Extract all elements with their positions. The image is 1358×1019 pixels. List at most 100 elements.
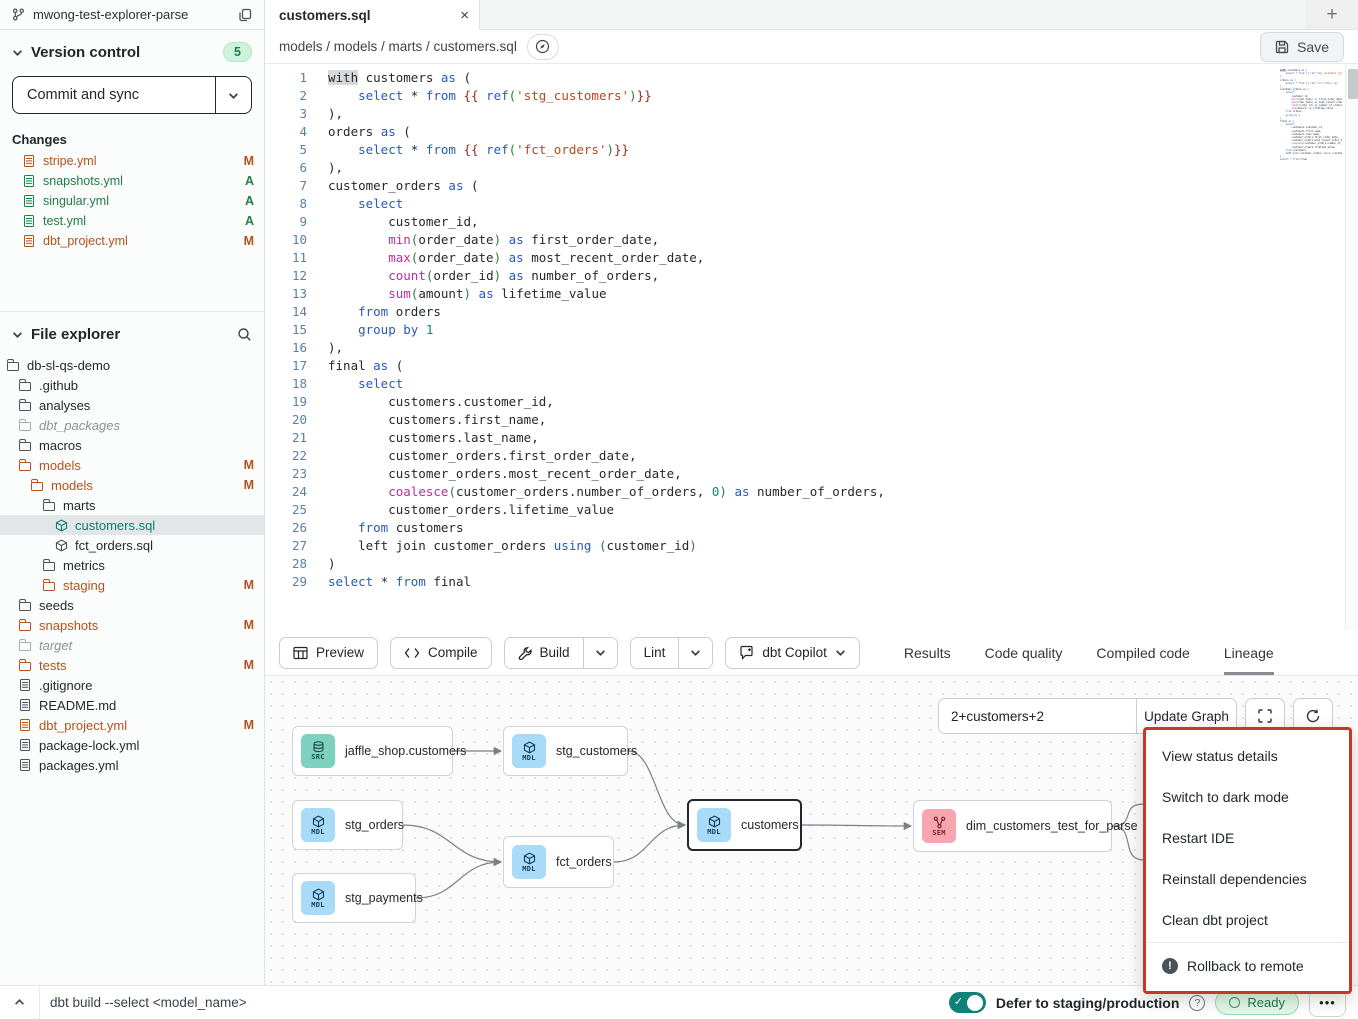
tree-item-seeds[interactable]: seeds [0,595,264,615]
dbt-copilot-button[interactable]: dbt Copilot [725,637,860,669]
compile-button[interactable]: Compile [390,637,492,669]
menu-item-rollback-to-remote[interactable]: !Rollback to remote [1146,945,1349,986]
version-control-header[interactable]: Version control 5 [0,30,264,68]
file-explorer-header[interactable]: File explorer [0,312,264,349]
src-badge-icon: SRC [301,734,335,768]
defer-toggle[interactable]: ✓ [949,992,986,1013]
build-button[interactable]: Build [505,638,583,668]
code-content[interactable]: with customers as ( select * from {{ ref… [319,64,1358,630]
lint-button[interactable]: Lint [631,638,679,668]
file-icon [18,719,32,731]
search-icon[interactable] [237,327,252,342]
tree-item-dbt-packages[interactable]: dbt_packages [0,415,264,435]
lint-dropdown-chevron-icon[interactable] [678,638,712,668]
tab-results[interactable]: Results [904,630,951,675]
changes-list: stripe.ymlMsnapshots.ymlAsingular.ymlAte… [0,151,264,251]
collapse-panel-button[interactable] [0,986,40,1019]
copilot-icon [739,645,754,660]
tree-item-macros[interactable]: macros [0,435,264,455]
menu-item-restart-ide[interactable]: Restart IDE [1146,817,1349,858]
lineage-node-customers[interactable]: MDLcustomers [687,799,802,851]
modified-badge: M [244,478,254,492]
toggle-knob [967,995,983,1011]
tree-item-target[interactable]: target [0,635,264,655]
minimap[interactable]: with customers as ( select * from {{ ref… [1280,69,1342,161]
build-dropdown-chevron-icon[interactable] [583,638,617,668]
build-icon [518,646,532,660]
save-button[interactable]: Save [1260,32,1344,62]
lineage-node-stg_orders[interactable]: MDLstg_orders [292,800,403,850]
tree-item-models[interactable]: modelsM [0,455,264,475]
code-editor[interactable]: 1234567891011121314151617181920212223242… [265,64,1358,630]
change-item[interactable]: stripe.ymlM [0,151,264,171]
tree-item-package-lock-yml[interactable]: package-lock.yml [0,735,264,755]
modified-badge: M [244,578,254,592]
lineage-node-fct_orders[interactable]: MDLfct_orders [503,836,614,888]
commit-dropdown-chevron-icon[interactable] [215,77,251,113]
tab-lineage[interactable]: Lineage [1224,630,1274,675]
tree-item-db-sl-qs-demo[interactable]: db-sl-qs-demo [0,355,264,375]
folder-icon [18,440,32,451]
commit-and-sync-button[interactable]: Commit and sync [12,76,252,114]
line-number-gutter: 1234567891011121314151617181920212223242… [265,64,319,630]
tree-item-snapshots[interactable]: snapshotsM [0,615,264,635]
tree-item-marts[interactable]: marts [0,495,264,515]
lineage-node-jaffle[interactable]: SRCjaffle_shop.customers [292,726,453,776]
menu-item-clean-dbt-project[interactable]: Clean dbt project [1146,899,1349,940]
change-item[interactable]: singular.ymlA [0,191,264,211]
new-tab-button[interactable]: + [1306,0,1358,29]
change-file-name: stripe.yml [43,154,237,168]
mdl-badge-icon: MDL [301,881,335,915]
change-item[interactable]: test.ymlA [0,211,264,231]
code-line: ), [328,105,1358,123]
tab-customers-sql[interactable]: customers.sql × [265,0,480,30]
help-icon[interactable]: ? [1189,995,1205,1011]
code-line: customer_orders.lifetime_value [328,501,1358,519]
code-line: select * from {{ ref('fct_orders')}} [1280,82,1342,85]
alert-icon: ! [1162,958,1178,974]
tree-item-models[interactable]: modelsM [0,475,264,495]
menu-item-switch-to-dark-mode[interactable]: Switch to dark mode [1146,776,1349,817]
close-icon[interactable]: × [460,8,469,23]
copy-icon[interactable] [238,8,252,22]
modified-badge: M [244,458,254,472]
tree-item-customers-sql[interactable]: customers.sql [0,515,264,535]
tree-item-staging[interactable]: stagingM [0,575,264,595]
change-file-name: dbt_project.yml [43,234,237,248]
lineage-node-dim[interactable]: SEMdim_customers_test_for_parse [913,800,1112,852]
change-item[interactable]: dbt_project.ymlM [0,231,264,251]
scrollbar-thumb[interactable] [1348,69,1358,99]
tab-compiled-code[interactable]: Compiled code [1096,630,1189,675]
code-line: left join customer_orders using (custome… [1280,152,1342,155]
menu-item-reinstall-dependencies[interactable]: Reinstall dependencies [1146,858,1349,899]
menu-item-view-status-details[interactable]: View status details [1146,735,1349,776]
tree-item-metrics[interactable]: metrics [0,555,264,575]
chevron-down-icon [12,47,23,58]
tree-item-tests[interactable]: testsM [0,655,264,675]
lineage-selector-input[interactable] [939,699,1136,733]
lineage-node-stg_customers[interactable]: MDLstg_customers [503,726,628,776]
mdl-badge-icon: MDL [697,808,731,842]
preview-button[interactable]: Preview [279,637,378,669]
status-context-menu: View status detailsSwitch to dark modeRe… [1143,727,1352,994]
tree-item-analyses[interactable]: analyses [0,395,264,415]
command-input[interactable]: dbt build --select <model_name> [50,995,949,1010]
lineage-node-stg_payments[interactable]: MDLstg_payments [292,873,416,923]
code-line: from orders [328,303,1358,321]
tab-code-quality[interactable]: Code quality [985,630,1063,675]
tree-item--gitignore[interactable]: .gitignore [0,675,264,695]
tree-item-readme-md[interactable]: README.md [0,695,264,715]
change-item[interactable]: snapshots.ymlA [0,171,264,191]
version-control-title: Version control [31,44,215,61]
tree-item-fct-orders-sql[interactable]: fct_orders.sql [0,535,264,555]
tree-item--github[interactable]: .github [0,375,264,395]
tree-item-label: customers.sql [75,518,254,533]
code-line: from customers [328,519,1358,537]
code-line: ), [328,339,1358,357]
compass-icon[interactable] [527,34,559,60]
tree-item-packages-yml[interactable]: packages.yml [0,755,264,775]
tree-item-dbt-project-yml[interactable]: dbt_project.ymlM [0,715,264,735]
code-line: select [328,195,1358,213]
editor-scrollbar[interactable] [1345,64,1358,630]
tree-item-label: analyses [39,398,254,413]
